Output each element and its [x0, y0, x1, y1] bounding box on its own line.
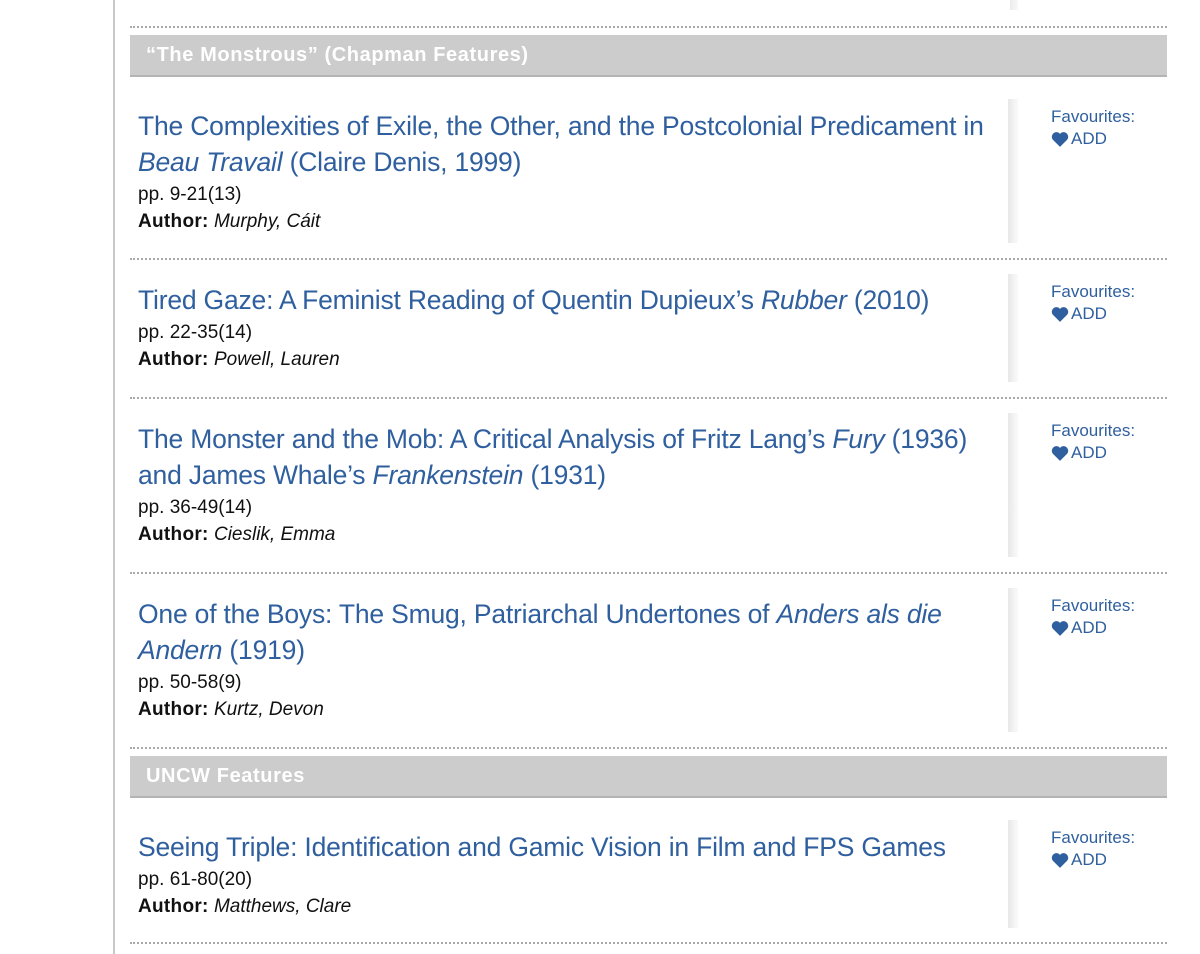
heart-icon: [1051, 132, 1069, 147]
article-author: Author: Cieslik, Emma: [138, 524, 336, 545]
favourites-add-label: ADD: [1071, 304, 1107, 323]
article-pages: pp. 9-21(13): [138, 184, 242, 205]
article-title[interactable]: The Monster and the Mob: A Critical Anal…: [138, 421, 988, 493]
column-shadow: [1008, 413, 1018, 557]
article-author: Author: Kurtz, Devon: [138, 699, 324, 720]
article-author: Author: Murphy, Cáit: [138, 211, 321, 232]
previous-article-divider: [130, 0, 1167, 28]
favourites-label: Favourites:: [1051, 596, 1136, 615]
article-item: Seeing Triple: Identification and Gamic …: [130, 798, 1167, 944]
column-shadow: [1008, 99, 1018, 243]
article-title-link[interactable]: Seeing Triple: Identification and Gamic …: [138, 832, 946, 862]
article-pages: pp. 50-58(9): [138, 672, 242, 693]
article-author: Author: Matthews, Clare: [138, 896, 352, 917]
favourites-add-button[interactable]: ADD: [1051, 128, 1135, 150]
favourites-control: Favourites: ADD: [1051, 595, 1135, 639]
page-left-border: [113, 0, 115, 954]
favourites-control: Favourites: ADD: [1051, 827, 1135, 871]
article-title-link[interactable]: The Complexities of Exile, the Other, an…: [138, 111, 984, 177]
section-header: “The Monstrous” (Chapman Features): [130, 35, 1167, 77]
heart-icon: [1051, 307, 1069, 322]
article-item: The Monster and the Mob: A Critical Anal…: [130, 399, 1167, 574]
favourites-label: Favourites:: [1051, 828, 1136, 847]
column-shadow: [1008, 820, 1018, 928]
article-item: Tired Gaze: A Feminist Reading of Quenti…: [130, 260, 1167, 399]
favourites-label: Favourites:: [1051, 107, 1136, 126]
favourites-add-button[interactable]: ADD: [1051, 442, 1135, 464]
favourites-label: Favourites:: [1051, 421, 1136, 440]
favourites-control: Favourites: ADD: [1051, 281, 1135, 325]
column-shadow: [1010, 0, 1018, 10]
favourites-control: Favourites: ADD: [1051, 106, 1135, 150]
section-header: UNCW Features: [130, 756, 1167, 798]
table-of-contents: “The Monstrous” (Chapman Features) The C…: [130, 0, 1167, 944]
favourites-add-button[interactable]: ADD: [1051, 849, 1135, 871]
favourites-add-label: ADD: [1071, 129, 1107, 148]
article-item: One of the Boys: The Smug, Patriarchal U…: [130, 574, 1167, 749]
article-title[interactable]: One of the Boys: The Smug, Patriarchal U…: [138, 596, 988, 668]
section-title: “The Monstrous” (Chapman Features): [146, 43, 529, 66]
favourites-add-label: ADD: [1071, 850, 1107, 869]
favourites-add-button[interactable]: ADD: [1051, 617, 1135, 639]
article-title[interactable]: Seeing Triple: Identification and Gamic …: [138, 829, 988, 865]
section-title: UNCW Features: [146, 764, 305, 787]
column-shadow: [1008, 274, 1018, 382]
article-title-link[interactable]: The Monster and the Mob: A Critical Anal…: [138, 424, 967, 490]
favourites-control: Favourites: ADD: [1051, 420, 1135, 464]
favourites-add-button[interactable]: ADD: [1051, 303, 1135, 325]
article-item: The Complexities of Exile, the Other, an…: [130, 77, 1167, 260]
article-title[interactable]: The Complexities of Exile, the Other, an…: [138, 108, 988, 180]
article-title-link[interactable]: One of the Boys: The Smug, Patriarchal U…: [138, 599, 942, 665]
heart-icon: [1051, 621, 1069, 636]
heart-icon: [1051, 446, 1069, 461]
article-pages: pp. 22-35(14): [138, 322, 253, 343]
heart-icon: [1051, 853, 1069, 868]
article-author: Author: Powell, Lauren: [138, 349, 340, 370]
article-pages: pp. 36-49(14): [138, 497, 253, 518]
column-shadow: [1008, 588, 1018, 732]
article-title-link[interactable]: Tired Gaze: A Feminist Reading of Quenti…: [138, 285, 929, 315]
favourites-add-label: ADD: [1071, 443, 1107, 462]
favourites-label: Favourites:: [1051, 282, 1136, 301]
article-title[interactable]: Tired Gaze: A Feminist Reading of Quenti…: [138, 282, 988, 318]
favourites-add-label: ADD: [1071, 618, 1107, 637]
article-pages: pp. 61-80(20): [138, 869, 253, 890]
